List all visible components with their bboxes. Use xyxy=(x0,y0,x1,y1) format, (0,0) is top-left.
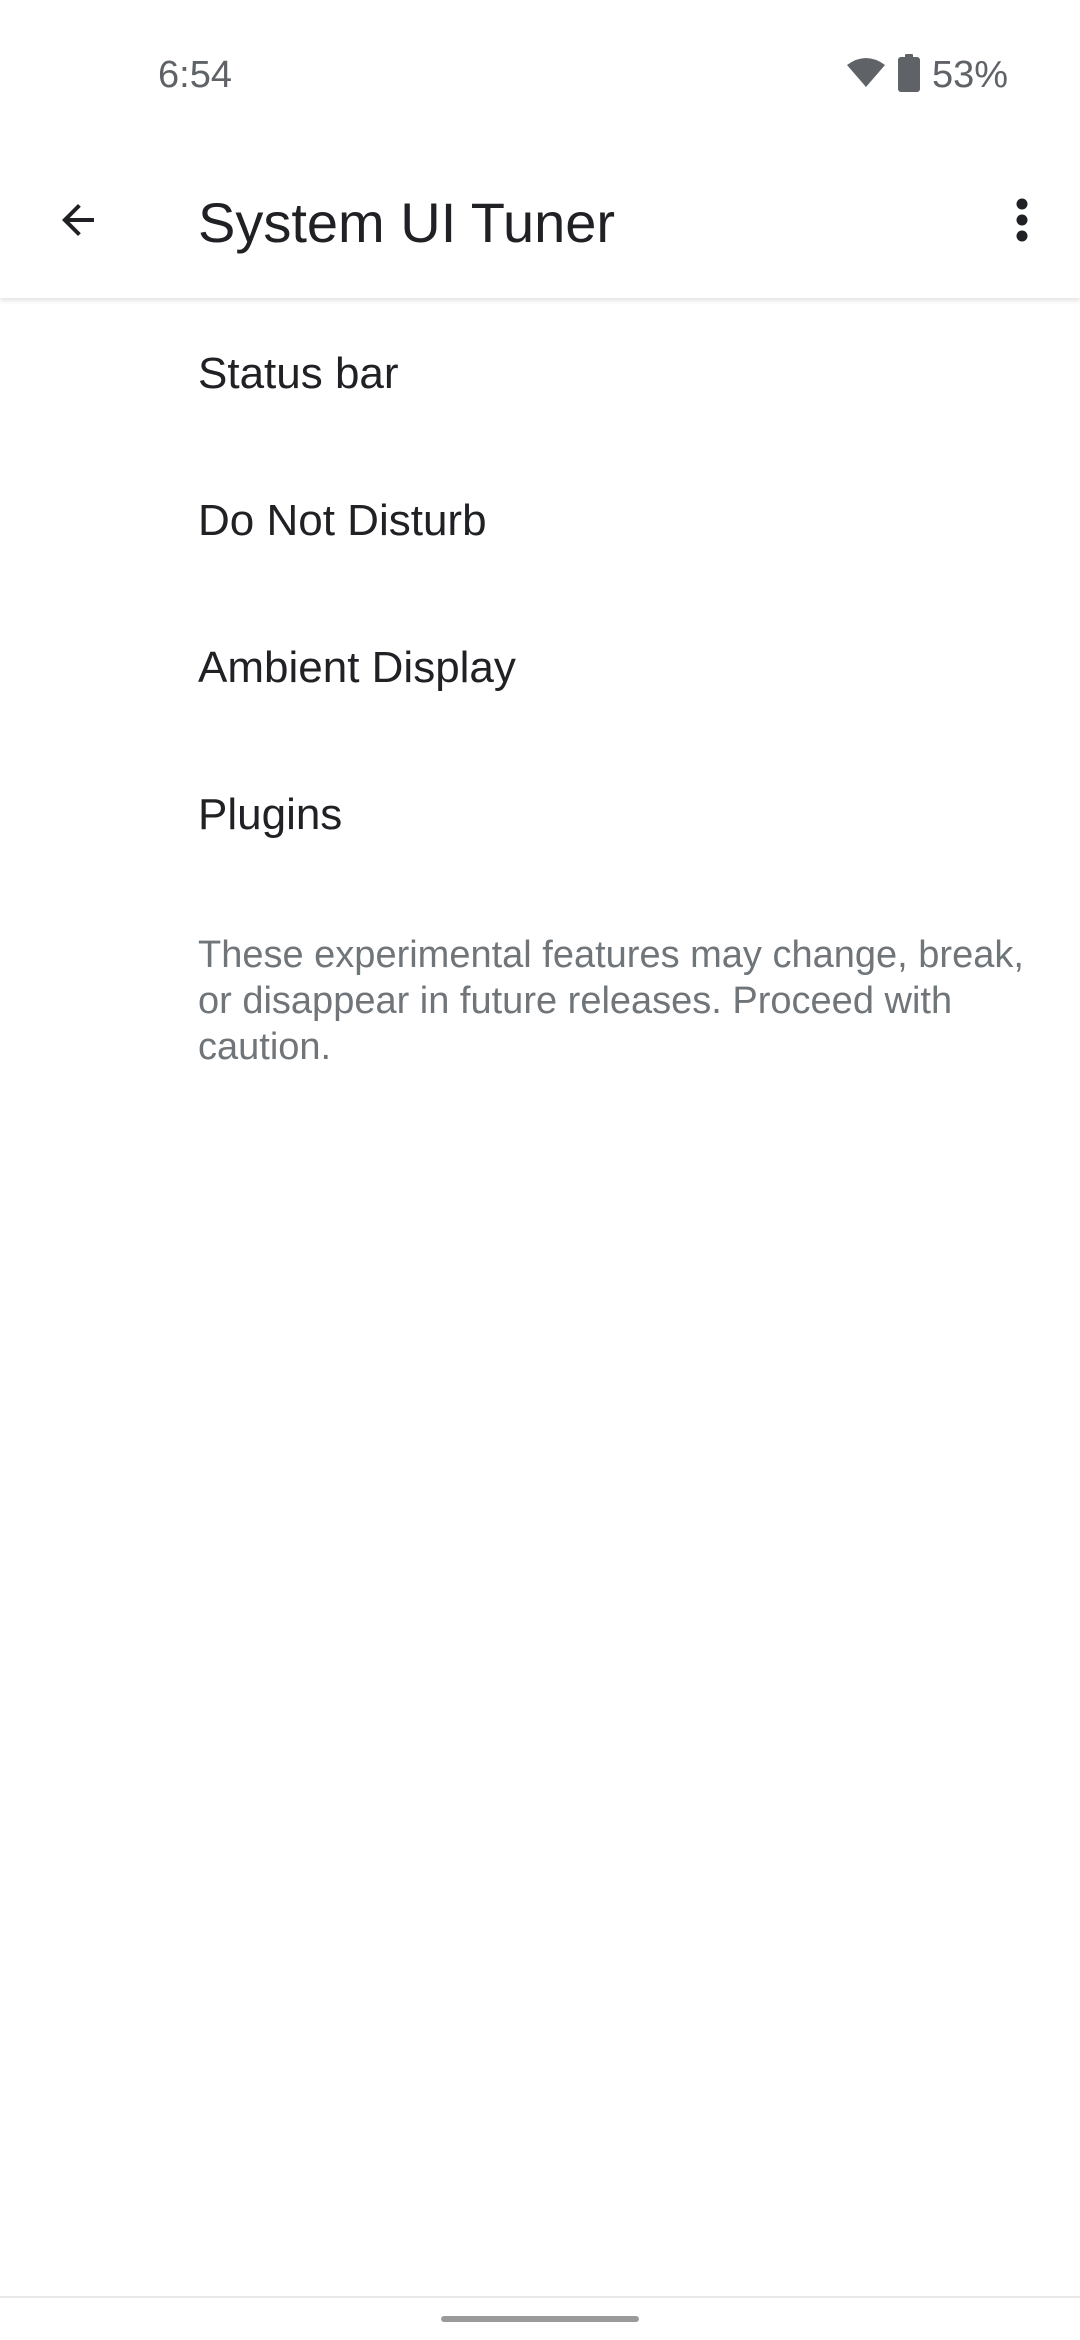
arrow-back-icon xyxy=(54,196,102,249)
page-title: System UI Tuner xyxy=(198,191,616,254)
battery-percent: 53% xyxy=(931,54,1008,96)
menu-item-status-bar[interactable]: Status bar xyxy=(0,300,1080,447)
warning-footer-text: These experimental features may change, … xyxy=(198,934,1024,1068)
menu-item-label: Do Not Disturb xyxy=(198,495,487,545)
menu-item-do-not-disturb[interactable]: Do Not Disturb xyxy=(0,447,1080,594)
menu-item-label: Status bar xyxy=(198,348,399,398)
menu-item-label: Ambient Display xyxy=(198,642,516,692)
menu-item-plugins[interactable]: Plugins xyxy=(0,741,1080,888)
gesture-nav-handle[interactable] xyxy=(441,2316,639,2322)
battery-icon xyxy=(897,54,920,97)
back-button[interactable] xyxy=(38,182,118,262)
status-bar: 6:54 53% xyxy=(0,0,1080,150)
app-bar: System UI Tuner xyxy=(0,150,1080,298)
nav-divider xyxy=(0,2296,1080,2298)
more-options-button[interactable] xyxy=(982,182,1062,262)
status-icons: 53% xyxy=(846,54,1008,97)
more-vert-icon xyxy=(1014,196,1030,249)
status-time: 6:54 xyxy=(158,54,232,96)
wifi-icon xyxy=(846,57,886,94)
settings-list: Status bar Do Not Disturb Ambient Displa… xyxy=(0,300,1080,888)
menu-item-ambient-display[interactable]: Ambient Display xyxy=(0,594,1080,741)
menu-item-label: Plugins xyxy=(198,789,343,839)
